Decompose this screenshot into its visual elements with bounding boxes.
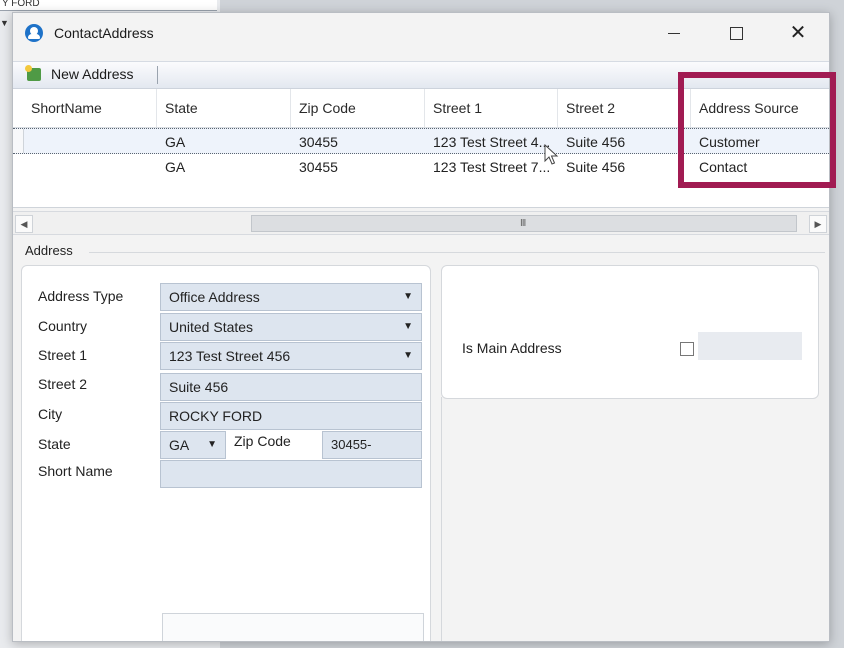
chevron-down-icon: ▼	[403, 291, 413, 302]
street1-value: 123 Test Street 456	[169, 348, 291, 364]
close-button[interactable]: ✕	[775, 17, 821, 49]
scrollbar-thumb[interactable]: III	[251, 215, 797, 232]
cell-street1: 123 Test Street 7...	[433, 159, 551, 175]
country-select[interactable]: United States ▼	[160, 313, 422, 341]
new-address-label: New Address	[51, 66, 134, 82]
maximize-button[interactable]	[713, 17, 759, 49]
zip-code-label: Zip Code	[234, 433, 291, 449]
state-label: State	[38, 436, 71, 452]
cell-street1: 123 Test Street 4...	[433, 134, 551, 150]
short-name-input[interactable]	[160, 460, 422, 488]
scroll-right-icon[interactable]: ▶	[809, 215, 827, 233]
notes-input[interactable]	[162, 613, 424, 641]
chevron-down-icon: ▼	[403, 350, 413, 361]
address-type-label: Address Type	[38, 288, 124, 304]
chevron-down-icon: ▼	[207, 439, 217, 450]
street1-select[interactable]: 123 Test Street 456 ▼	[160, 342, 422, 370]
right-panel-lower	[441, 397, 818, 641]
city-label: City	[38, 406, 63, 422]
street2-input[interactable]: Suite 456	[160, 373, 422, 401]
city-input[interactable]: ROCKY FORD	[160, 402, 422, 430]
city-value: ROCKY FORD	[169, 408, 263, 424]
chevron-down-icon: ▼	[403, 321, 413, 332]
street1-label: Street 1	[38, 347, 88, 363]
background-dropdown-arrow-icon: ▼	[0, 18, 9, 28]
cell-shortname	[23, 129, 157, 155]
main-address-box	[698, 332, 802, 360]
address-form-panel: Address Type Office Address ▼ Country Un…	[21, 265, 431, 641]
column-header-street1[interactable]: Street 1	[425, 89, 558, 127]
app-icon	[25, 24, 43, 42]
cell-street2: Suite 456	[566, 159, 626, 175]
mouse-cursor-icon	[544, 144, 559, 165]
column-header-street2[interactable]: Street 2	[558, 89, 691, 127]
address-source-highlight	[678, 72, 836, 188]
cell-zip: 30455	[299, 134, 338, 150]
short-name-label: Short Name	[38, 463, 113, 479]
column-header-zip-code[interactable]: Zip Code	[291, 89, 425, 127]
new-address-button[interactable]: New Address	[17, 62, 157, 88]
background-text: Y FORD	[0, 0, 217, 11]
state-select[interactable]: GA ▼	[160, 431, 226, 459]
toolbar-separator	[157, 66, 158, 84]
address-group-label: Address	[25, 243, 77, 258]
street2-label: Street 2	[38, 376, 88, 392]
group-divider	[89, 252, 825, 253]
cell-state: GA	[165, 134, 186, 150]
horizontal-scrollbar[interactable]: ◀ III ▶	[13, 211, 829, 235]
minimize-icon	[668, 32, 680, 34]
close-icon: ✕	[789, 22, 807, 44]
is-main-address-label: Is Main Address	[462, 340, 562, 356]
scroll-left-icon[interactable]: ◀	[15, 215, 33, 233]
scrollbar-grip-icon: III	[520, 218, 526, 229]
state-value: GA	[169, 437, 190, 453]
zip-code-value: 30455-	[331, 437, 372, 452]
cell-zip: 30455	[299, 159, 338, 175]
cell-street2: Suite 456	[566, 134, 626, 150]
new-address-icon	[25, 65, 41, 81]
cell-shortname	[23, 154, 157, 180]
minimize-button[interactable]	[651, 17, 697, 49]
maximize-icon	[729, 26, 743, 40]
title-bar: ContactAddress ✕	[13, 13, 829, 53]
street2-value: Suite 456	[169, 379, 229, 395]
country-label: Country	[38, 318, 88, 334]
cell-state: GA	[165, 159, 186, 175]
zip-code-input[interactable]: 30455-	[322, 431, 422, 459]
is-main-address-checkbox[interactable]	[680, 342, 694, 356]
address-type-select[interactable]: Office Address ▼	[160, 283, 422, 311]
address-type-value: Office Address	[169, 289, 260, 305]
column-header-shortname[interactable]: ShortName	[23, 89, 157, 127]
window-title: ContactAddress	[54, 25, 154, 41]
column-header-state[interactable]: State	[157, 89, 291, 127]
country-value: United States	[169, 319, 254, 335]
main-address-panel: Is Main Address	[441, 265, 819, 399]
